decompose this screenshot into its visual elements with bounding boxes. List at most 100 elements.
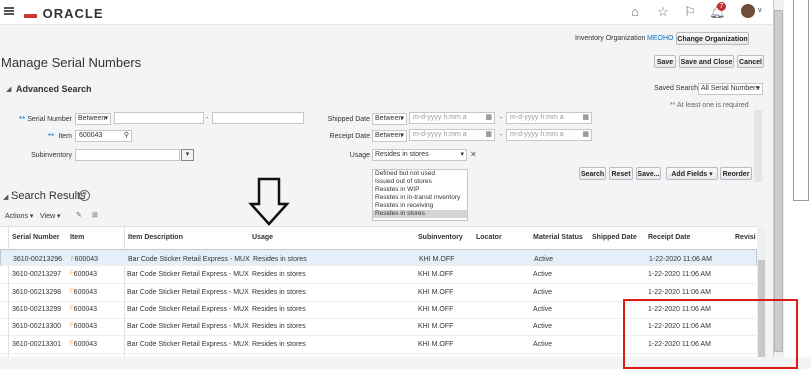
serial-to-input[interactable]	[212, 112, 304, 124]
usage-option[interactable]: Issued out of stores	[373, 178, 467, 186]
shipped-date-to-input[interactable]: m-d-yyyy h:mm a ▦	[506, 112, 592, 124]
cell-subinventory: KHI M.OFF	[419, 256, 455, 263]
column-header-revision[interactable]: Revisi	[735, 234, 756, 241]
reset-button[interactable]: Reset	[609, 167, 633, 180]
star-icon[interactable]: ☆	[655, 4, 671, 20]
receipt-date-to-input[interactable]: m-d-yyyy h:mm a ▦	[506, 129, 592, 141]
column-header-material-status[interactable]: Material Status	[533, 234, 583, 241]
chevron-down-icon: ▾	[400, 115, 404, 122]
top-bar: ▬ ORACLE ⌂ ☆ ⚐ 🔔︎ 7 v	[0, 0, 773, 25]
item-value[interactable]: 600043	[74, 271, 97, 278]
receipt-operator-select[interactable]: Between ▾	[372, 130, 407, 142]
search-icon[interactable]: ⚲	[124, 131, 129, 141]
cell-item-description: Bar Code Sticker Retail Express - MUX	[127, 288, 249, 296]
change-organization-button[interactable]: Change Organization	[676, 32, 749, 45]
actions-menu[interactable]: Actions ▾	[5, 212, 33, 220]
column-header-subinventory[interactable]: Subinventory	[418, 234, 463, 241]
cell-item-description: Bar Code Sticker Retail Express - MUX	[127, 340, 249, 348]
serial-operator-select[interactable]: Between ▾	[75, 113, 111, 125]
notification-count-badge: 7	[717, 2, 726, 11]
serial-number-label: Serial Number	[27, 116, 72, 123]
item-value[interactable]: 600043	[74, 306, 97, 313]
collapse-triangle-icon[interactable]: ◢	[3, 193, 8, 201]
item-value[interactable]: 600043	[74, 323, 97, 330]
table-row[interactable]: 3610-00213297 F600043 Bar Code Sticker Ret…	[0, 266, 757, 285]
avatar-chevron-down-icon[interactable]: v	[758, 7, 762, 14]
item-input[interactable]: 600043 ⚲	[75, 130, 132, 142]
cell-usage: Resides in stores	[252, 323, 306, 331]
help-icon[interactable]: ?	[79, 190, 90, 201]
item-value[interactable]: 600043	[75, 256, 98, 263]
serial-from-input[interactable]	[114, 112, 204, 124]
red-highlight-box	[623, 299, 798, 369]
shipped-operator-select[interactable]: Between ▾	[372, 113, 407, 125]
oracle-logo[interactable]: ▬ ORACLE	[24, 6, 104, 21]
inventory-org-label: Inventory Organization	[575, 35, 646, 42]
item-value[interactable]: 600043	[74, 341, 97, 348]
cell-usage: Resides in stores	[252, 305, 306, 313]
user-avatar-icon[interactable]	[741, 4, 755, 18]
cell-item[interactable]: F600043	[70, 271, 97, 278]
column-header-serial-number[interactable]: Serial Number	[12, 234, 59, 241]
saved-search-label: Saved Search	[654, 85, 698, 92]
chevron-down-icon: ▾	[400, 132, 404, 139]
cell-item[interactable]: F600043	[71, 255, 98, 265]
chevron-down-icon: ▾	[460, 151, 464, 158]
edit-pencil-icon[interactable]: ✎	[76, 211, 82, 219]
column-header-item-description[interactable]: Item Description	[128, 234, 183, 241]
table-row[interactable]: 3610-00213296 F600043 Bar Code Sticker Ret…	[0, 249, 757, 266]
receipt-date-label: Receipt Date	[329, 133, 370, 140]
cell-material-status: Active	[533, 340, 553, 348]
cell-item[interactable]: F600043	[70, 323, 97, 330]
subinventory-dropdown-button[interactable]: ▾	[181, 149, 194, 161]
column-header-locator[interactable]: Locator	[476, 234, 502, 241]
saved-search-select[interactable]: All Serial Numbers ▾	[698, 83, 763, 95]
search-results-title: Search Results	[11, 190, 86, 202]
cell-item[interactable]: F600043	[70, 341, 97, 348]
column-header-usage[interactable]: Usage	[252, 234, 273, 241]
calendar-icon[interactable]: ▦	[485, 113, 492, 123]
usage-label: Usage	[349, 152, 370, 159]
view-menu[interactable]: View ▾	[40, 212, 61, 220]
calendar-icon[interactable]: ▦	[485, 130, 492, 140]
usage-option[interactable]: Resides in WIP	[373, 186, 467, 194]
cell-usage: Resides in stores	[252, 288, 306, 296]
save-search-button[interactable]: Save...	[636, 167, 661, 180]
chevron-down-icon: ▾	[756, 85, 760, 92]
usage-option[interactable]: Resides in in-transit inventory	[373, 194, 467, 202]
calendar-icon[interactable]: ▦	[582, 130, 589, 140]
cell-subinventory: KHI M.OFF	[418, 323, 454, 331]
flag-icon[interactable]: ⚐	[682, 4, 698, 20]
down-arrow-annotation-icon	[248, 177, 290, 226]
usage-select[interactable]: Resides in stores ▾	[372, 149, 467, 161]
cell-item-description: Bar Code Sticker Retail Express - MUX	[127, 271, 249, 279]
column-header-receipt-date[interactable]: Receipt Date	[648, 234, 690, 241]
save-button[interactable]: Save	[654, 55, 676, 68]
clear-icon[interactable]: ✕	[470, 150, 477, 159]
add-fields-button[interactable]: Add Fields ▾	[666, 167, 718, 180]
search-button[interactable]: Search	[579, 167, 606, 180]
collapse-triangle-icon[interactable]: ◢	[6, 85, 11, 93]
subinventory-input[interactable]	[75, 149, 180, 161]
calendar-icon[interactable]: ▦	[582, 113, 589, 123]
home-icon[interactable]: ⌂	[627, 4, 643, 20]
receipt-date-from-input[interactable]: m-d-yyyy h:mm a ▦	[409, 129, 495, 141]
usage-option[interactable]: Defined but not used	[373, 170, 467, 178]
cell-item[interactable]: F600043	[70, 306, 97, 313]
hamburger-menu-icon[interactable]	[4, 7, 14, 15]
table-header: Serial Number Item Item Description Usag…	[0, 226, 757, 250]
column-header-item[interactable]: Item	[70, 234, 84, 241]
shipped-date-from-input[interactable]: m-d-yyyy h:mm a ▦	[409, 112, 495, 124]
cancel-button[interactable]: Cancel	[737, 55, 764, 68]
save-and-close-button[interactable]: Save and Close	[679, 55, 734, 68]
item-value[interactable]: 600043	[74, 289, 97, 296]
usage-option-selected[interactable]: Resides in stores	[373, 210, 467, 218]
search-panel-scrollbar[interactable]	[754, 110, 762, 182]
usage-option[interactable]: Resides in receiving	[373, 202, 467, 210]
freeze-icon[interactable]: ⊞	[92, 211, 98, 219]
inventory-org-value[interactable]: MEOHO	[647, 35, 673, 42]
cell-item[interactable]: F600043	[70, 289, 97, 296]
column-header-shipped-date[interactable]: Shipped Date	[592, 234, 637, 241]
cell-material-status: Active	[534, 256, 554, 263]
reorder-button[interactable]: Reorder	[720, 167, 752, 180]
